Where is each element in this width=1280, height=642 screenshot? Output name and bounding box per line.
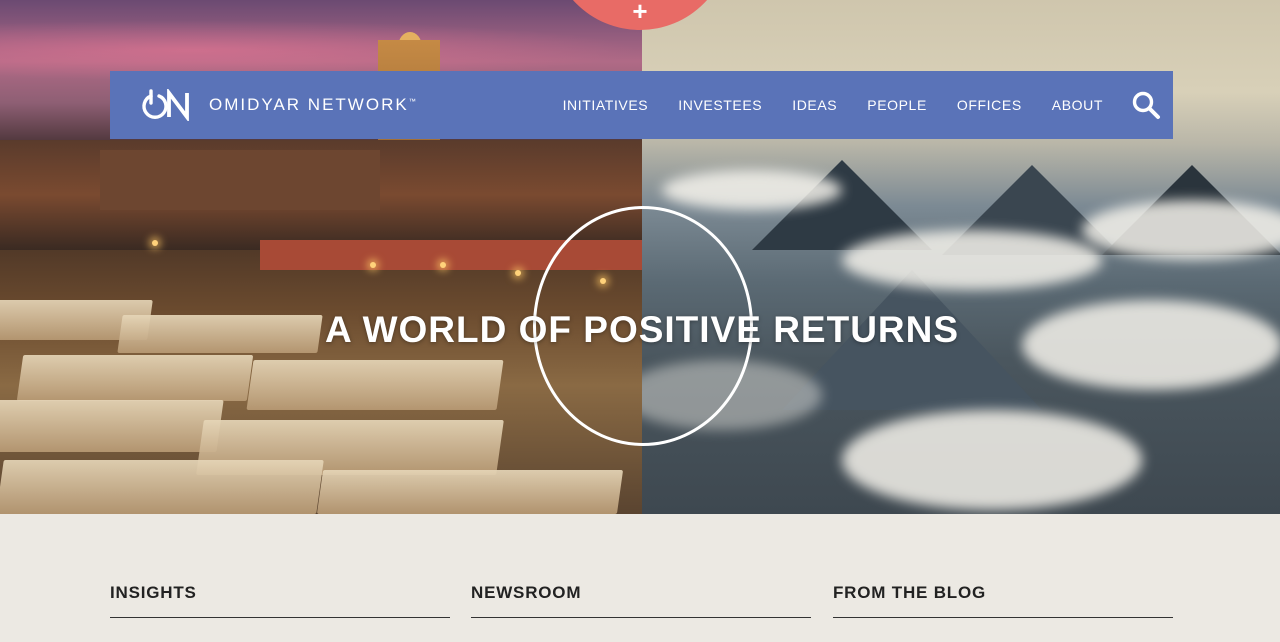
section-title-insights[interactable]: INSIGHTS [110,583,450,603]
nav-item-investees[interactable]: INVESTEES [678,97,762,113]
nav-item-ideas[interactable]: IDEAS [792,97,837,113]
section-from-the-blog: FROM THE BLOG [833,583,1173,618]
section-insights: INSIGHTS [110,583,450,618]
logo-wordmark: OMIDYAR NETWORK™ [209,95,416,114]
nav-item-about[interactable]: ABOUT [1052,97,1103,113]
hero-headline: A WORLD OF POSITIVE RETURNS [324,309,960,350]
nav-menu: INITIATIVES INVESTEES IDEAS PEOPLE OFFIC… [533,71,1173,139]
search-icon[interactable] [1131,90,1161,120]
plus-icon: + [632,0,648,26]
section-title-newsroom[interactable]: NEWSROOM [471,583,811,603]
nav-item-initiatives[interactable]: INITIATIVES [563,97,649,113]
power-logo-icon [137,89,193,121]
nav-item-offices[interactable]: OFFICES [957,97,1022,113]
section-newsroom: NEWSROOM [471,583,811,618]
nav-item-people[interactable]: PEOPLE [867,97,927,113]
site-logo[interactable]: OMIDYAR NETWORK™ [137,89,416,121]
main-navigation: OMIDYAR NETWORK™ INITIATIVES INVESTEES I… [110,71,1173,139]
section-title-from-the-blog[interactable]: FROM THE BLOG [833,583,1173,603]
content-sections: INSIGHTS NEWSROOM FROM THE BLOG [110,583,1173,623]
